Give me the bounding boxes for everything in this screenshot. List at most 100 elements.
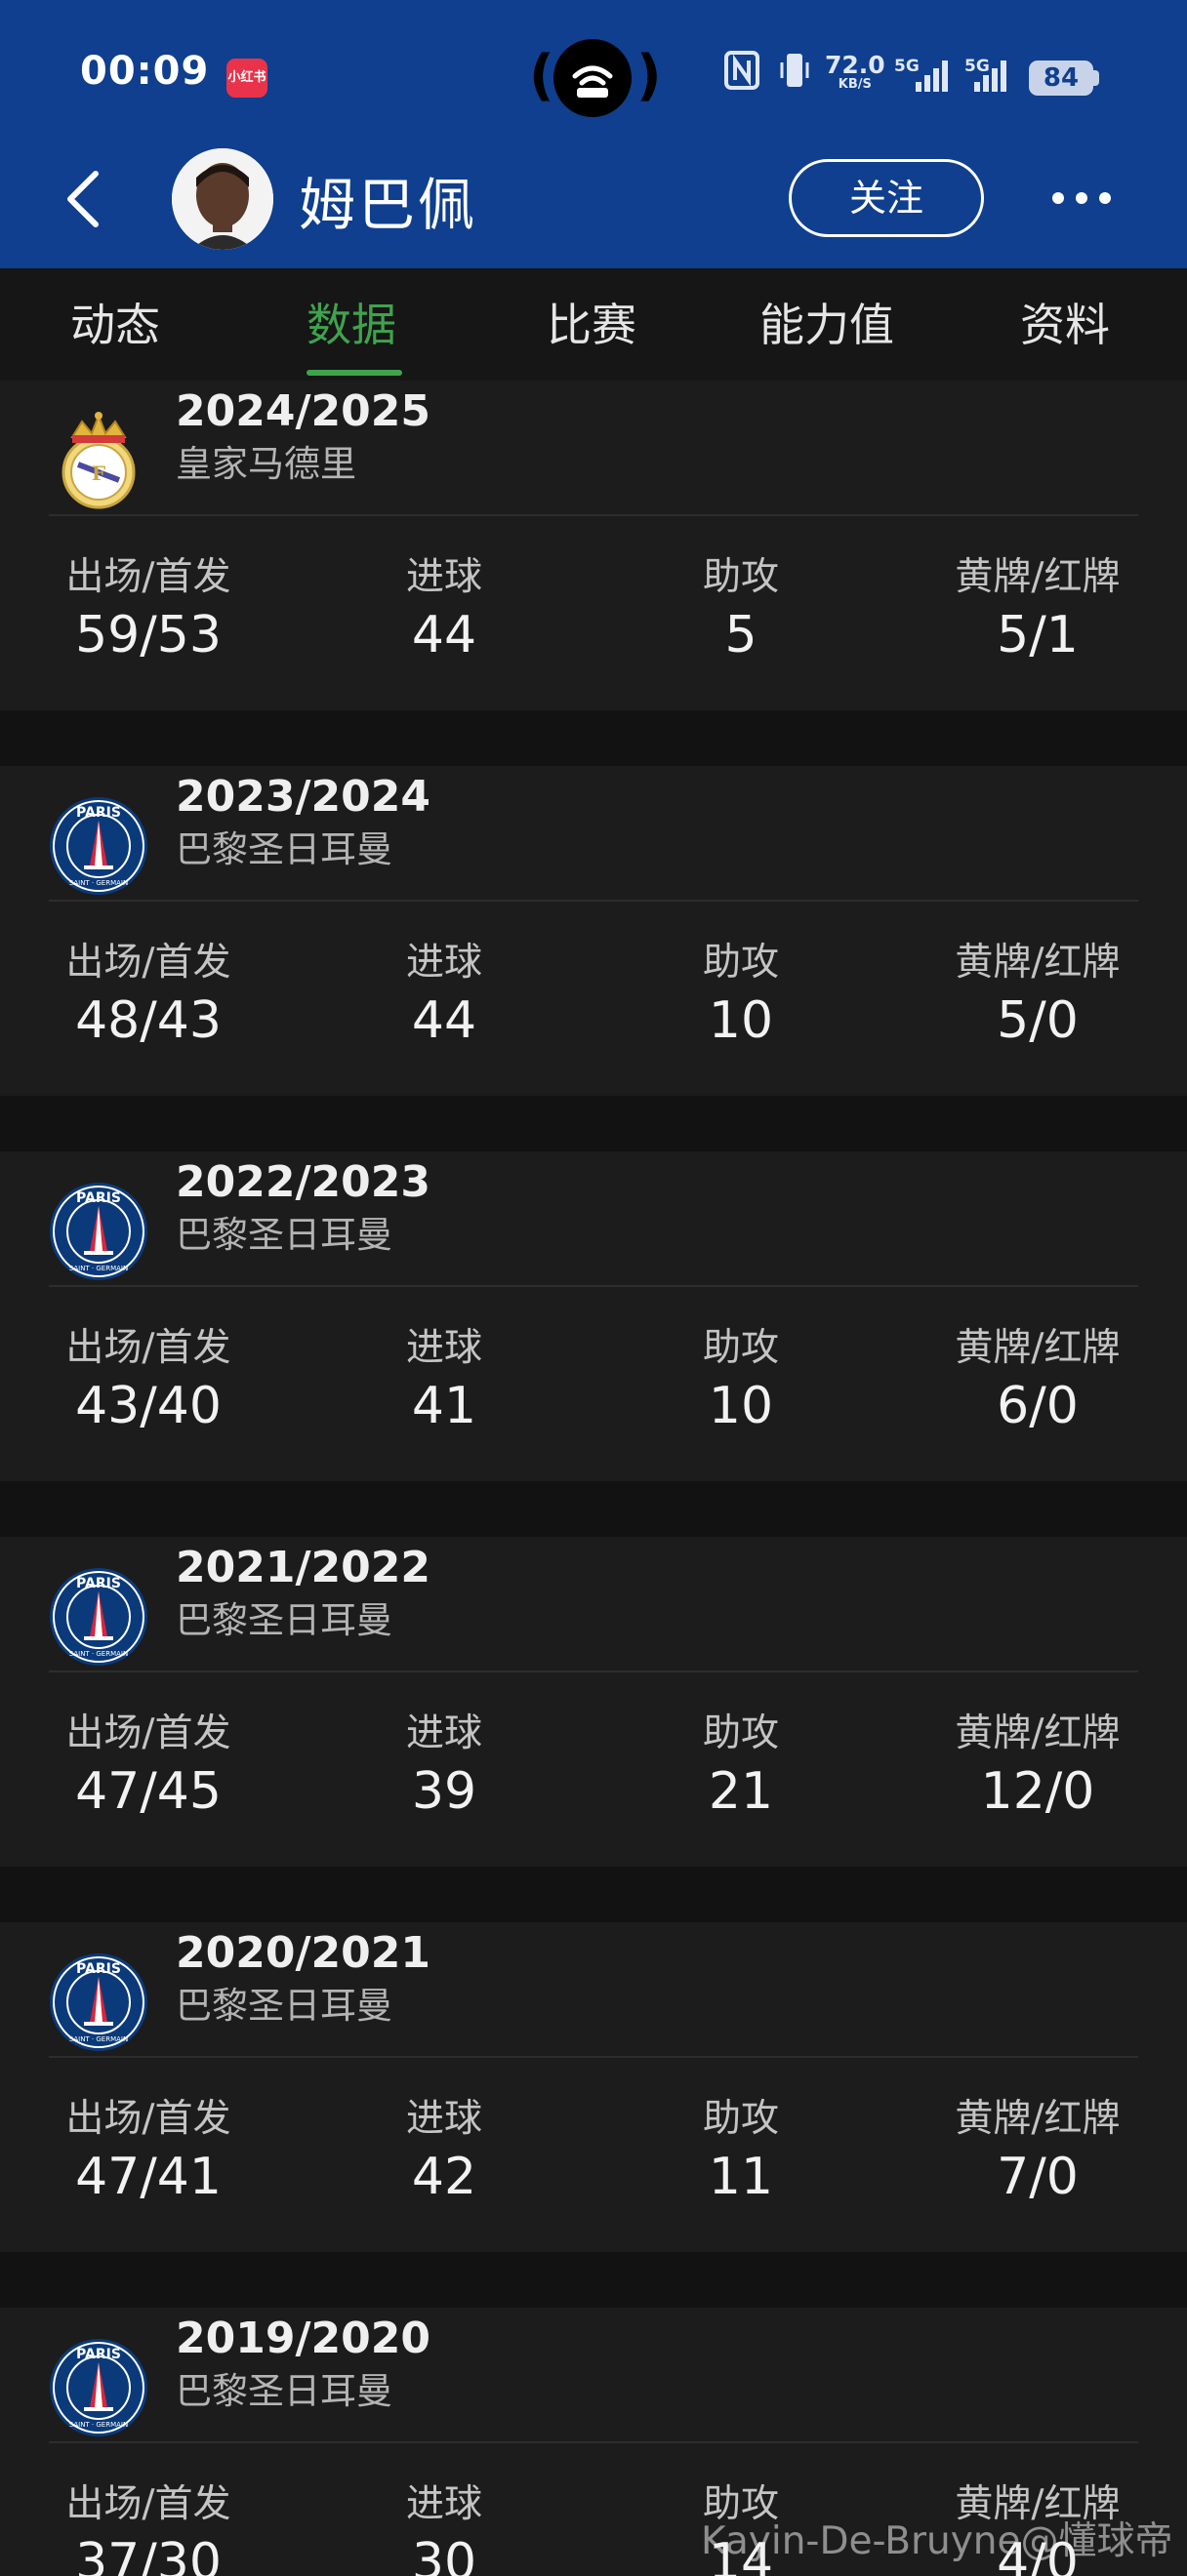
assists-stat: 助攻 11 bbox=[594, 2096, 887, 2209]
appearances-stat: 出场/首发 47/41 bbox=[2, 2096, 295, 2209]
assists-stat: 助攻 5 bbox=[594, 554, 887, 667]
cards-stat: 黄牌/红牌 7/0 bbox=[891, 2096, 1184, 2209]
assists-stat: 助攻 21 bbox=[594, 1711, 887, 1824]
season-label: 2022/2023 bbox=[176, 1157, 430, 1207]
status-time: 00:09 bbox=[80, 49, 210, 94]
club-name: 巴黎圣日耳曼 bbox=[176, 1985, 392, 2027]
stat-label: 出场/首发 bbox=[65, 1711, 231, 1755]
stat-value: 47/41 bbox=[75, 2148, 222, 2206]
appearances-stat: 出场/首发 48/43 bbox=[2, 940, 295, 1053]
goals-stat: 进球 39 bbox=[298, 1711, 591, 1824]
season-label: 2023/2024 bbox=[176, 772, 430, 822]
stat-value: 5/1 bbox=[997, 606, 1079, 664]
stat-value: 59/53 bbox=[75, 606, 222, 664]
header-bar: 00:09 小红书 ( ) 72.0 KB/S 5G 5G 84 姆巴佩 关注 bbox=[0, 0, 1187, 268]
stat-label: 进球 bbox=[405, 941, 482, 985]
season-label: 2024/2025 bbox=[176, 386, 430, 436]
stat-label: 助攻 bbox=[702, 1326, 779, 1370]
battery-level: 84 bbox=[1029, 60, 1093, 96]
player-avatar[interactable] bbox=[172, 148, 273, 250]
stat-label: 进球 bbox=[405, 555, 482, 599]
player-name: 姆巴佩 bbox=[299, 172, 478, 238]
battery-icon bbox=[1093, 70, 1099, 86]
stat-label: 进球 bbox=[405, 2097, 482, 2141]
divider bbox=[49, 2056, 1138, 2058]
stat-value: 5 bbox=[724, 606, 757, 664]
stat-label: 进球 bbox=[405, 1326, 482, 1370]
cards-stat: 黄牌/红牌 5/1 bbox=[891, 554, 1184, 667]
wifi-hotspot-icon bbox=[553, 39, 632, 117]
stat-value: 42 bbox=[411, 2148, 477, 2206]
svg-text:SAINT · GERMAIN: SAINT · GERMAIN bbox=[69, 1265, 128, 1272]
stat-label: 出场/首发 bbox=[65, 2097, 231, 2141]
tab-ratings[interactable]: 能力值 bbox=[759, 290, 894, 354]
divider bbox=[49, 514, 1138, 516]
tab-profile[interactable]: 资料 bbox=[1020, 290, 1110, 354]
svg-text:PARIS: PARIS bbox=[76, 1576, 121, 1591]
stat-label: 进球 bbox=[405, 2482, 482, 2526]
tab-stats[interactable]: 数据 bbox=[307, 290, 396, 354]
goals-stat: 进球 41 bbox=[298, 1325, 591, 1438]
season-card[interactable]: PARIS SAINT · GERMAIN 2021/2022 巴黎圣日耳曼 出场/首发… bbox=[0, 1537, 1187, 1867]
svg-text:SAINT · GERMAIN: SAINT · GERMAIN bbox=[69, 2035, 128, 2043]
appearances-stat: 出场/首发 59/53 bbox=[2, 554, 295, 667]
svg-text:PARIS: PARIS bbox=[76, 2347, 121, 2362]
divider bbox=[49, 1670, 1138, 1672]
stat-label: 助攻 bbox=[702, 1711, 779, 1755]
more-options-icon[interactable] bbox=[1050, 179, 1113, 218]
svg-text:SAINT · GERMAIN: SAINT · GERMAIN bbox=[69, 879, 128, 887]
stat-value: 6/0 bbox=[997, 1377, 1079, 1435]
season-label: 2020/2021 bbox=[176, 1928, 430, 1978]
stat-value: 44 bbox=[411, 991, 477, 1050]
stat-value: 11 bbox=[708, 2148, 774, 2206]
season-card[interactable]: F 2024/2025 皇家马德里出场/首发 59/53 进球 44 助攻 5 黄牌/红牌 5/1 bbox=[0, 381, 1187, 710]
stat-label: 黄牌/红牌 bbox=[955, 941, 1121, 985]
signal-1-icon bbox=[916, 60, 948, 92]
psg-crest-icon: PARIS SAINT · GERMAIN bbox=[49, 795, 148, 897]
app-screen: 00:09 小红书 ( ) 72.0 KB/S 5G 5G 84 姆巴佩 关注 … bbox=[0, 0, 1187, 2576]
goals-stat: 进球 30 bbox=[298, 2481, 591, 2576]
divider bbox=[49, 1285, 1138, 1287]
psg-crest-icon: PARIS SAINT · GERMAIN bbox=[49, 1952, 148, 2053]
signal-2-icon bbox=[974, 60, 1006, 92]
psg-crest-icon: PARIS SAINT · GERMAIN bbox=[49, 2337, 148, 2438]
svg-text:PARIS: PARIS bbox=[76, 1961, 121, 1977]
nfc-icon bbox=[724, 51, 759, 90]
goals-stat: 进球 42 bbox=[298, 2096, 591, 2209]
club-name: 巴黎圣日耳曼 bbox=[176, 1214, 392, 1256]
stat-label: 出场/首发 bbox=[65, 555, 231, 599]
stat-label: 助攻 bbox=[702, 555, 779, 599]
stat-value: 44 bbox=[411, 606, 477, 664]
club-name: 巴黎圣日耳曼 bbox=[176, 828, 392, 870]
assists-stat: 助攻 10 bbox=[594, 940, 887, 1053]
stat-label: 黄牌/红牌 bbox=[955, 1711, 1121, 1755]
svg-text:F: F bbox=[92, 462, 105, 485]
stat-value: 30 bbox=[411, 2533, 477, 2576]
season-card[interactable]: PARIS SAINT · GERMAIN 2023/2024 巴黎圣日耳曼出场/首发… bbox=[0, 766, 1187, 1096]
stat-label: 黄牌/红牌 bbox=[955, 1326, 1121, 1370]
follow-button[interactable]: 关注 bbox=[789, 159, 984, 237]
cards-stat: 黄牌/红牌 5/0 bbox=[891, 940, 1184, 1053]
hotspot-indicator: ( ) bbox=[527, 39, 662, 117]
svg-text:SAINT · GERMAIN: SAINT · GERMAIN bbox=[69, 1650, 128, 1658]
club-name: 巴黎圣日耳曼 bbox=[176, 1599, 392, 1641]
tab-feed[interactable]: 动态 bbox=[70, 290, 160, 354]
network-speed: 72.0 KB/S bbox=[825, 51, 885, 92]
season-card[interactable]: PARIS SAINT · GERMAIN 2022/2023 巴黎圣日耳曼出场/首发… bbox=[0, 1151, 1187, 1481]
season-card[interactable]: PARIS SAINT · GERMAIN 2020/2021 巴黎圣日耳曼出场/首发… bbox=[0, 1922, 1187, 2252]
active-tab-indicator bbox=[307, 370, 402, 376]
tab-matches[interactable]: 比赛 bbox=[547, 290, 636, 354]
appearances-stat: 出场/首发 47/45 bbox=[2, 1711, 295, 1824]
divider bbox=[49, 900, 1138, 902]
appearances-stat: 出场/首发 43/40 bbox=[2, 1325, 295, 1438]
club-name: 皇家马德里 bbox=[176, 443, 356, 485]
watermark: Kayin-De-Bruyne@懂球帝 bbox=[701, 2519, 1173, 2563]
stat-label: 出场/首发 bbox=[65, 941, 231, 985]
season-label: 2019/2020 bbox=[176, 2314, 430, 2363]
stat-value: 47/45 bbox=[75, 1762, 222, 1821]
stat-label: 出场/首发 bbox=[65, 1326, 231, 1370]
psg-crest-icon: PARIS SAINT · GERMAIN bbox=[49, 1181, 148, 1282]
xiaohongshu-app-icon: 小红书 bbox=[226, 59, 267, 98]
stat-value: 7/0 bbox=[997, 2148, 1079, 2206]
back-arrow-icon[interactable] bbox=[61, 168, 107, 230]
